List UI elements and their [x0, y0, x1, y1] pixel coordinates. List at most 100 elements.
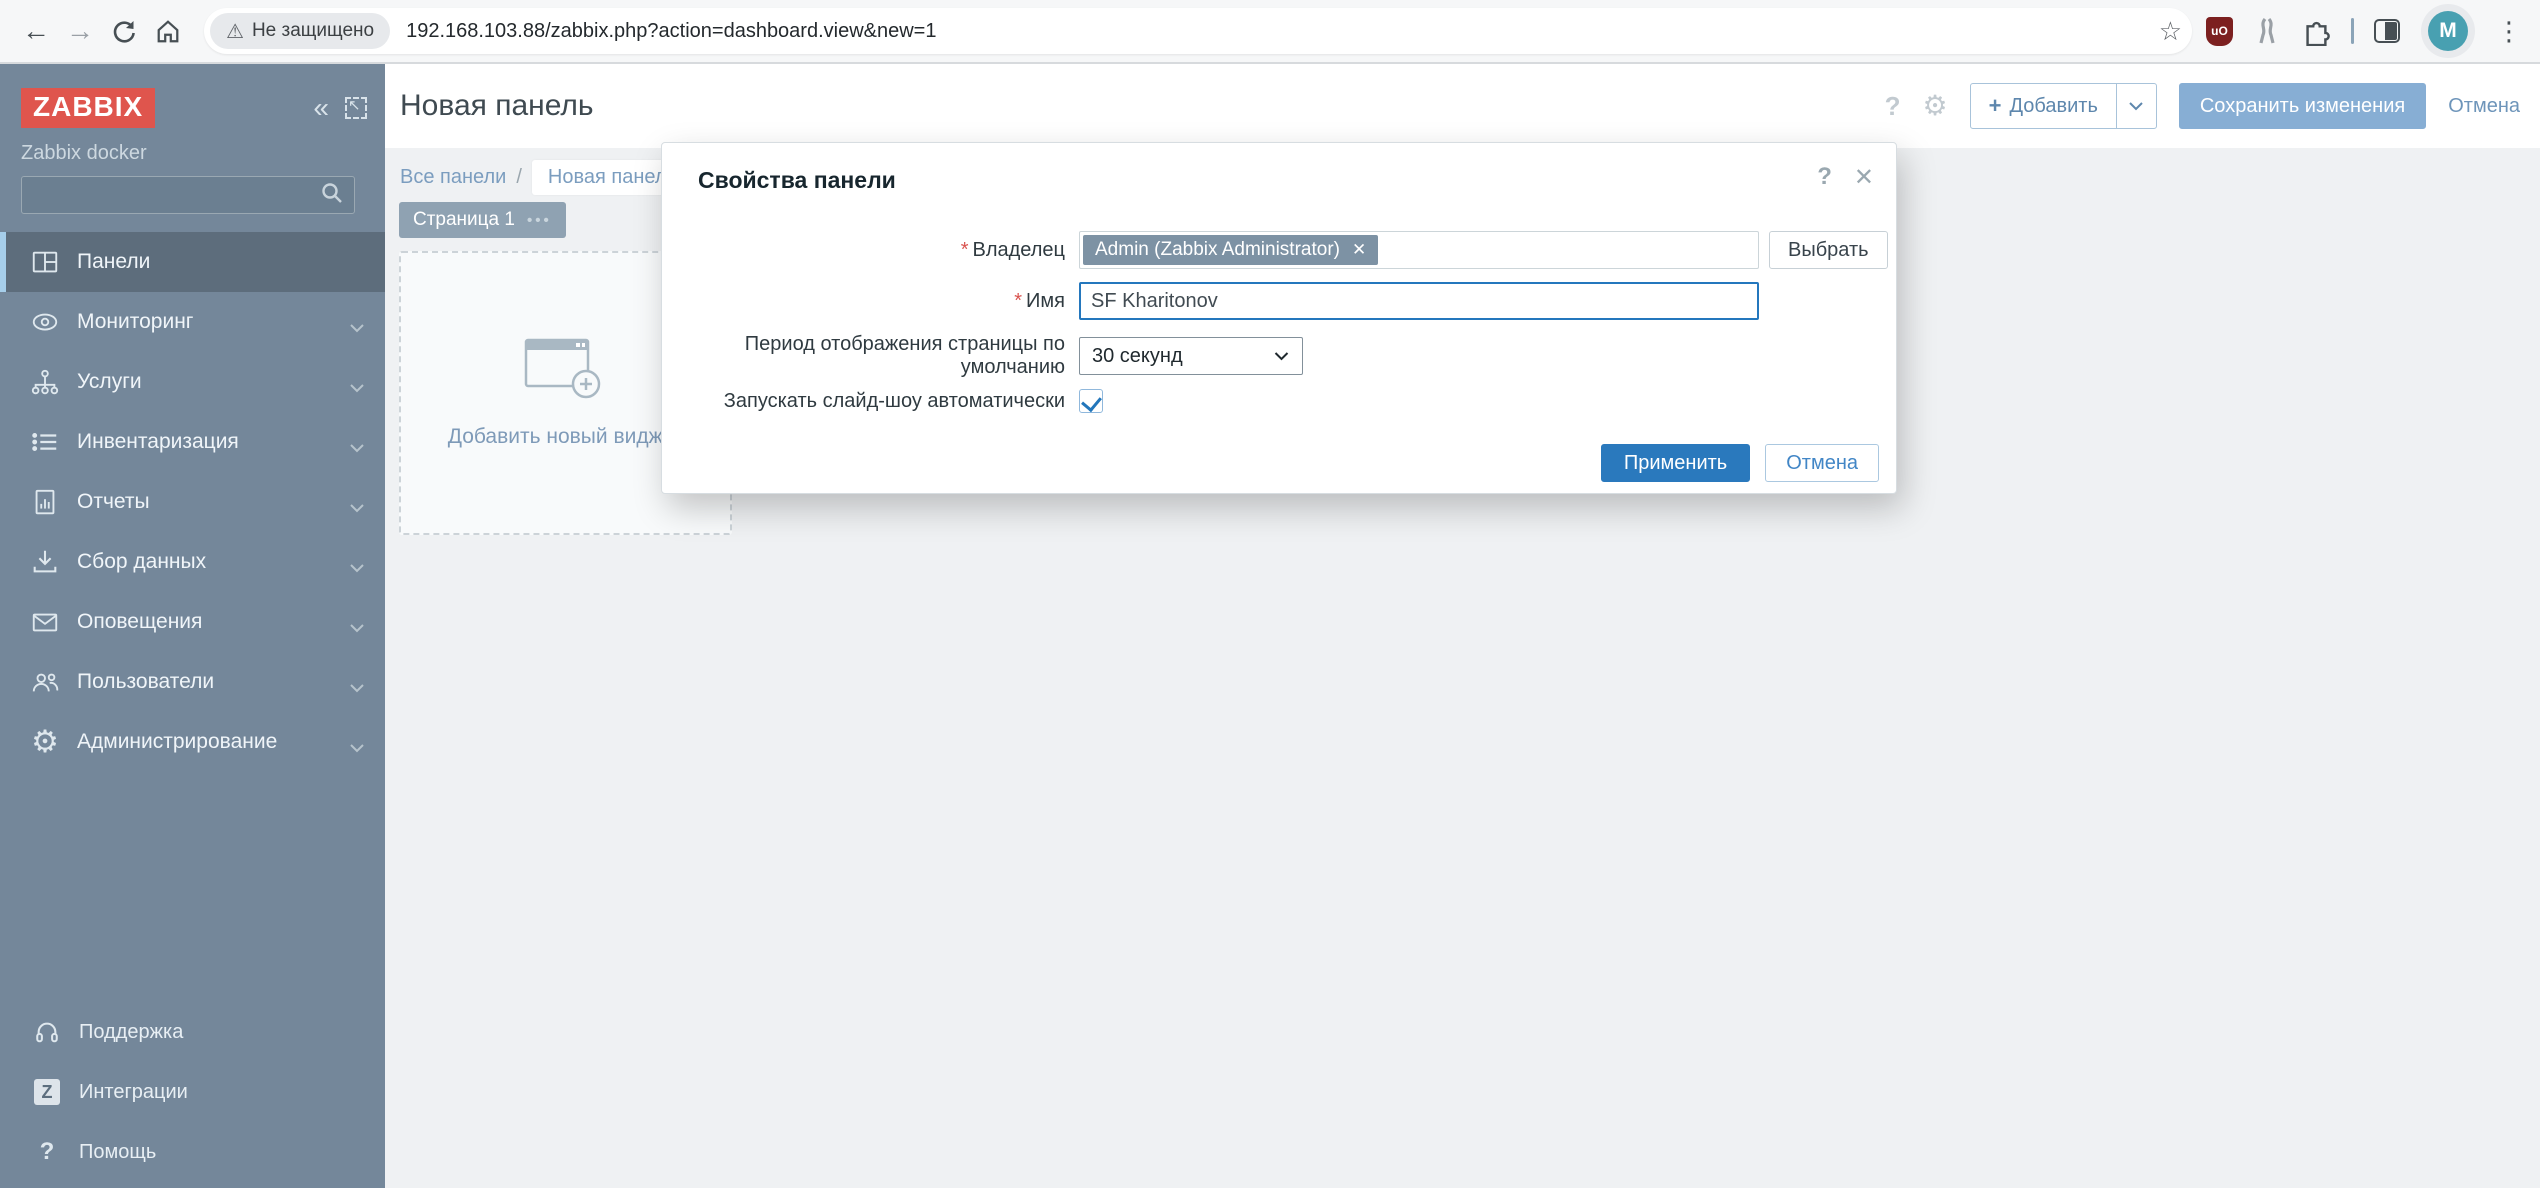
sidebar-item-users[interactable]: Пользователи — [0, 652, 385, 712]
name-row: *Имя — [662, 282, 1896, 320]
browser-menu-icon[interactable]: ⋮ — [2496, 16, 2522, 47]
required-mark: * — [961, 239, 969, 261]
page-title: Новая панель — [400, 89, 594, 123]
add-widget-icon — [524, 338, 608, 407]
chip-remove-icon[interactable]: ✕ — [1352, 240, 1366, 260]
chevron-down-icon — [349, 496, 365, 520]
reports-icon — [29, 487, 61, 517]
back-icon[interactable]: ← — [14, 9, 58, 53]
monitoring-icon — [29, 307, 61, 337]
add-button-label: Добавить — [2009, 95, 2097, 118]
sidebar-item-inventory[interactable]: Инвентаризация — [0, 412, 385, 472]
reload-icon[interactable] — [102, 9, 146, 53]
url-text[interactable]: 192.168.103.88/zabbix.php?action=dashboa… — [406, 20, 2159, 43]
sidebar-item-label: Пользователи — [77, 670, 214, 694]
inventory-icon — [29, 427, 61, 457]
sidebar-item-data-collection[interactable]: Сбор данных — [0, 532, 385, 592]
sidebar-item-integrations[interactable]: Z Интеграции — [0, 1062, 385, 1122]
zabbix-logo[interactable]: ZABBIX — [21, 88, 155, 128]
header-gear-icon[interactable]: ⚙ — [1923, 92, 1948, 120]
chevron-down-icon — [349, 316, 365, 340]
owner-select-button[interactable]: Выбрать — [1769, 231, 1888, 269]
sidebar-item-label: Оповещения — [77, 610, 202, 634]
ublock-icon[interactable]: uO — [2206, 17, 2233, 46]
screen: ← → ⚠ Не защищено 192.168.103.88/zabbix.… — [0, 0, 2540, 1188]
extensions-puzzle-icon[interactable] — [2301, 16, 2331, 46]
sidebar-item-label: Панели — [77, 250, 150, 274]
integrations-z-icon: Z — [32, 1079, 62, 1105]
breadcrumb: Все панели / Новая панель — [400, 160, 693, 195]
chevron-down-icon — [349, 376, 365, 400]
owner-chip[interactable]: Admin (Zabbix Administrator) ✕ — [1083, 235, 1378, 265]
chevron-down-icon — [349, 616, 365, 640]
period-label: Период отображения страницы по умолчанию — [662, 333, 1065, 379]
page-header: Новая панель ? ⚙ + Добавить Сохранить из… — [385, 64, 2540, 148]
required-mark: * — [1014, 290, 1022, 312]
side-panel-icon[interactable] — [2374, 19, 2400, 43]
page-tab-label: Страница 1 — [413, 209, 515, 231]
modal-cancel-button[interactable]: Отмена — [1765, 444, 1879, 482]
users-icon — [29, 667, 61, 697]
sidebar-item-label: Инвентаризация — [77, 430, 239, 454]
sidebar-footer-label: Интеграции — [79, 1081, 188, 1104]
security-badge[interactable]: ⚠ Не защищено — [210, 13, 390, 49]
breadcrumb-all-dashboards[interactable]: Все панели — [400, 166, 506, 189]
plus-icon: + — [1989, 93, 2002, 119]
toolbar-divider — [2351, 18, 2354, 44]
add-button-caret[interactable] — [2116, 84, 2156, 128]
extensions-zone: uO M ⋮ — [2206, 11, 2526, 51]
sidebar-item-dashboards[interactable]: Панели — [0, 232, 385, 292]
search-input[interactable] — [22, 184, 320, 206]
sidebar-pin-icon[interactable] — [345, 97, 367, 119]
page-tab-menu-icon[interactable]: ••• — [527, 212, 552, 229]
support-headset-icon — [32, 1019, 62, 1045]
sidebar: ZABBIX « Zabbix docker — [0, 64, 385, 1188]
sidebar-item-label: Услуги — [77, 370, 142, 394]
save-changes-button[interactable]: Сохранить изменения — [2179, 83, 2426, 129]
sidebar-item-support[interactable]: Поддержка — [0, 1002, 385, 1062]
chevron-down-icon — [349, 736, 365, 760]
sidebar-item-alerts[interactable]: Оповещения — [0, 592, 385, 652]
name-input[interactable] — [1079, 282, 1759, 320]
sidebar-footer-label: Помощь — [79, 1141, 156, 1164]
sidebar-item-administration[interactable]: ⚙ Администрирование — [0, 712, 385, 772]
modal-close-icon[interactable]: ✕ — [1854, 163, 1874, 192]
sidebar-item-reports[interactable]: Отчеты — [0, 472, 385, 532]
owner-multiselect[interactable]: Admin (Zabbix Administrator) ✕ — [1079, 231, 1759, 269]
sidebar-footer: Поддержка Z Интеграции ? Помощь — [0, 1002, 385, 1182]
chevron-down-icon — [349, 676, 365, 700]
address-bar[interactable]: ⚠ Не защищено 192.168.103.88/zabbix.php?… — [204, 8, 2192, 54]
profile-avatar[interactable]: M — [2428, 11, 2468, 51]
slideshow-checkbox[interactable] — [1079, 389, 1103, 413]
sidebar-footer-label: Поддержка — [79, 1021, 183, 1044]
owner-label: *Владелец — [662, 239, 1065, 262]
ribbon-extension-icon[interactable] — [2253, 16, 2281, 46]
sidebar-collapse-icon[interactable]: « — [313, 94, 329, 122]
sidebar-item-services[interactable]: Услуги — [0, 352, 385, 412]
period-select-value: 30 секунд — [1092, 345, 1183, 368]
header-help-icon[interactable]: ? — [1885, 91, 1901, 122]
sidebar-item-label: Администрирование — [77, 730, 277, 754]
select-chevron-icon — [1273, 345, 1290, 368]
sidebar-item-help[interactable]: ? Помощь — [0, 1122, 385, 1182]
sidebar-item-label: Сбор данных — [77, 550, 206, 574]
sidebar-item-monitoring[interactable]: Мониторинг — [0, 292, 385, 352]
home-icon[interactable] — [146, 9, 190, 53]
chevron-down-icon — [349, 556, 365, 580]
warning-icon: ⚠ — [226, 19, 244, 44]
dashboard-page-tab[interactable]: Страница 1 ••• — [399, 202, 566, 238]
sidebar-search[interactable] — [21, 176, 355, 214]
period-select[interactable]: 30 секунд — [1079, 337, 1303, 375]
slideshow-row: Запускать слайд-шоу автоматически — [662, 389, 1896, 413]
apply-button[interactable]: Применить — [1601, 444, 1750, 482]
security-badge-label: Не защищено — [252, 20, 374, 42]
add-widget-split-button[interactable]: + Добавить — [1970, 83, 2157, 129]
data-collection-icon — [29, 547, 61, 577]
bookmark-star-icon[interactable]: ☆ — [2159, 16, 2182, 47]
browser-toolbar: ← → ⚠ Не защищено 192.168.103.88/zabbix.… — [0, 0, 2540, 64]
modal-title: Свойства панели — [698, 167, 896, 194]
forward-icon[interactable]: → — [58, 9, 102, 53]
modal-help-icon[interactable]: ? — [1817, 163, 1832, 192]
owner-row: *Владелец Admin (Zabbix Administrator) ✕… — [662, 231, 1896, 269]
header-cancel-link[interactable]: Отмена — [2448, 95, 2520, 118]
